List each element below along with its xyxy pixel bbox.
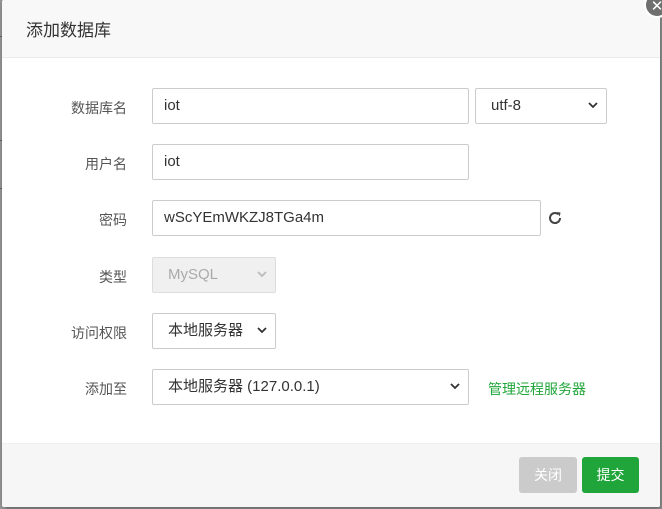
manage-remote-servers-link[interactable]: 管理远程服务器 [488, 379, 586, 399]
add-to-select[interactable]: 本地服务器 (127.0.0.1) [152, 369, 469, 405]
chevron-down-icon [588, 102, 598, 109]
type-select: MySQL [152, 257, 276, 293]
access-label: 访问权限 [71, 325, 127, 341]
close-button[interactable]: 关闭 [519, 457, 577, 493]
username-input[interactable]: iot [152, 144, 469, 180]
username-label: 用户名 [85, 156, 127, 172]
db-name-label: 数据库名 [71, 100, 127, 116]
add-database-dialog: 添加数据库 数据库名 iot utf-8 用户名 iot 密码 wScYEmWK… [2, 0, 660, 507]
chevron-down-icon [257, 271, 267, 278]
password-label: 密码 [99, 212, 127, 228]
type-label: 类型 [99, 269, 127, 285]
chevron-down-icon [450, 383, 460, 390]
db-name-input[interactable]: iot [152, 88, 469, 124]
access-value: 本地服务器 [168, 322, 244, 339]
dialog-title: 添加数据库 [26, 21, 111, 40]
password-input[interactable]: wScYEmWKZJ8TGa4m [152, 200, 541, 236]
charset-value: utf-8 [491, 97, 522, 114]
submit-button[interactable]: 提交 [582, 457, 639, 493]
add-to-value: 本地服务器 (127.0.0.1) [168, 378, 320, 395]
access-select[interactable]: 本地服务器 [152, 313, 276, 349]
refresh-icon[interactable] [546, 209, 564, 227]
dialog-footer: 关闭 提交 [2, 443, 660, 507]
charset-select[interactable]: utf-8 [475, 88, 607, 124]
type-value: MySQL [168, 266, 219, 283]
chevron-down-icon [257, 327, 267, 334]
add-to-label: 添加至 [85, 381, 127, 397]
